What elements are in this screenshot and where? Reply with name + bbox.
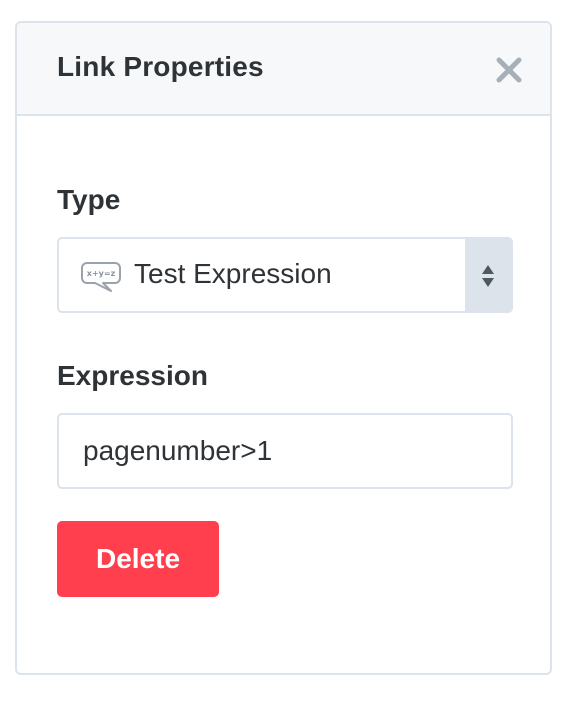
expression-bubble-icon: x+y=z [81,262,121,292]
close-button[interactable] [494,55,524,85]
type-label: Type [57,184,121,215]
delete-button[interactable]: Delete [57,521,219,597]
type-select[interactable]: x+y=z Test Expression [57,237,513,313]
close-icon [496,57,522,83]
expression-label: Expression [57,360,208,391]
panel-title: Link Properties [57,51,264,82]
expression-input[interactable] [57,413,513,489]
type-select-value: Test Expression [134,258,332,289]
link-properties-panel: Link Properties Type x+y=z Test Expressi… [15,21,552,675]
sort-arrows-icon [482,265,494,287]
panel-header: Link Properties [17,23,550,116]
svg-text:x+y=z: x+y=z [87,269,116,278]
select-arrows[interactable] [465,239,511,311]
